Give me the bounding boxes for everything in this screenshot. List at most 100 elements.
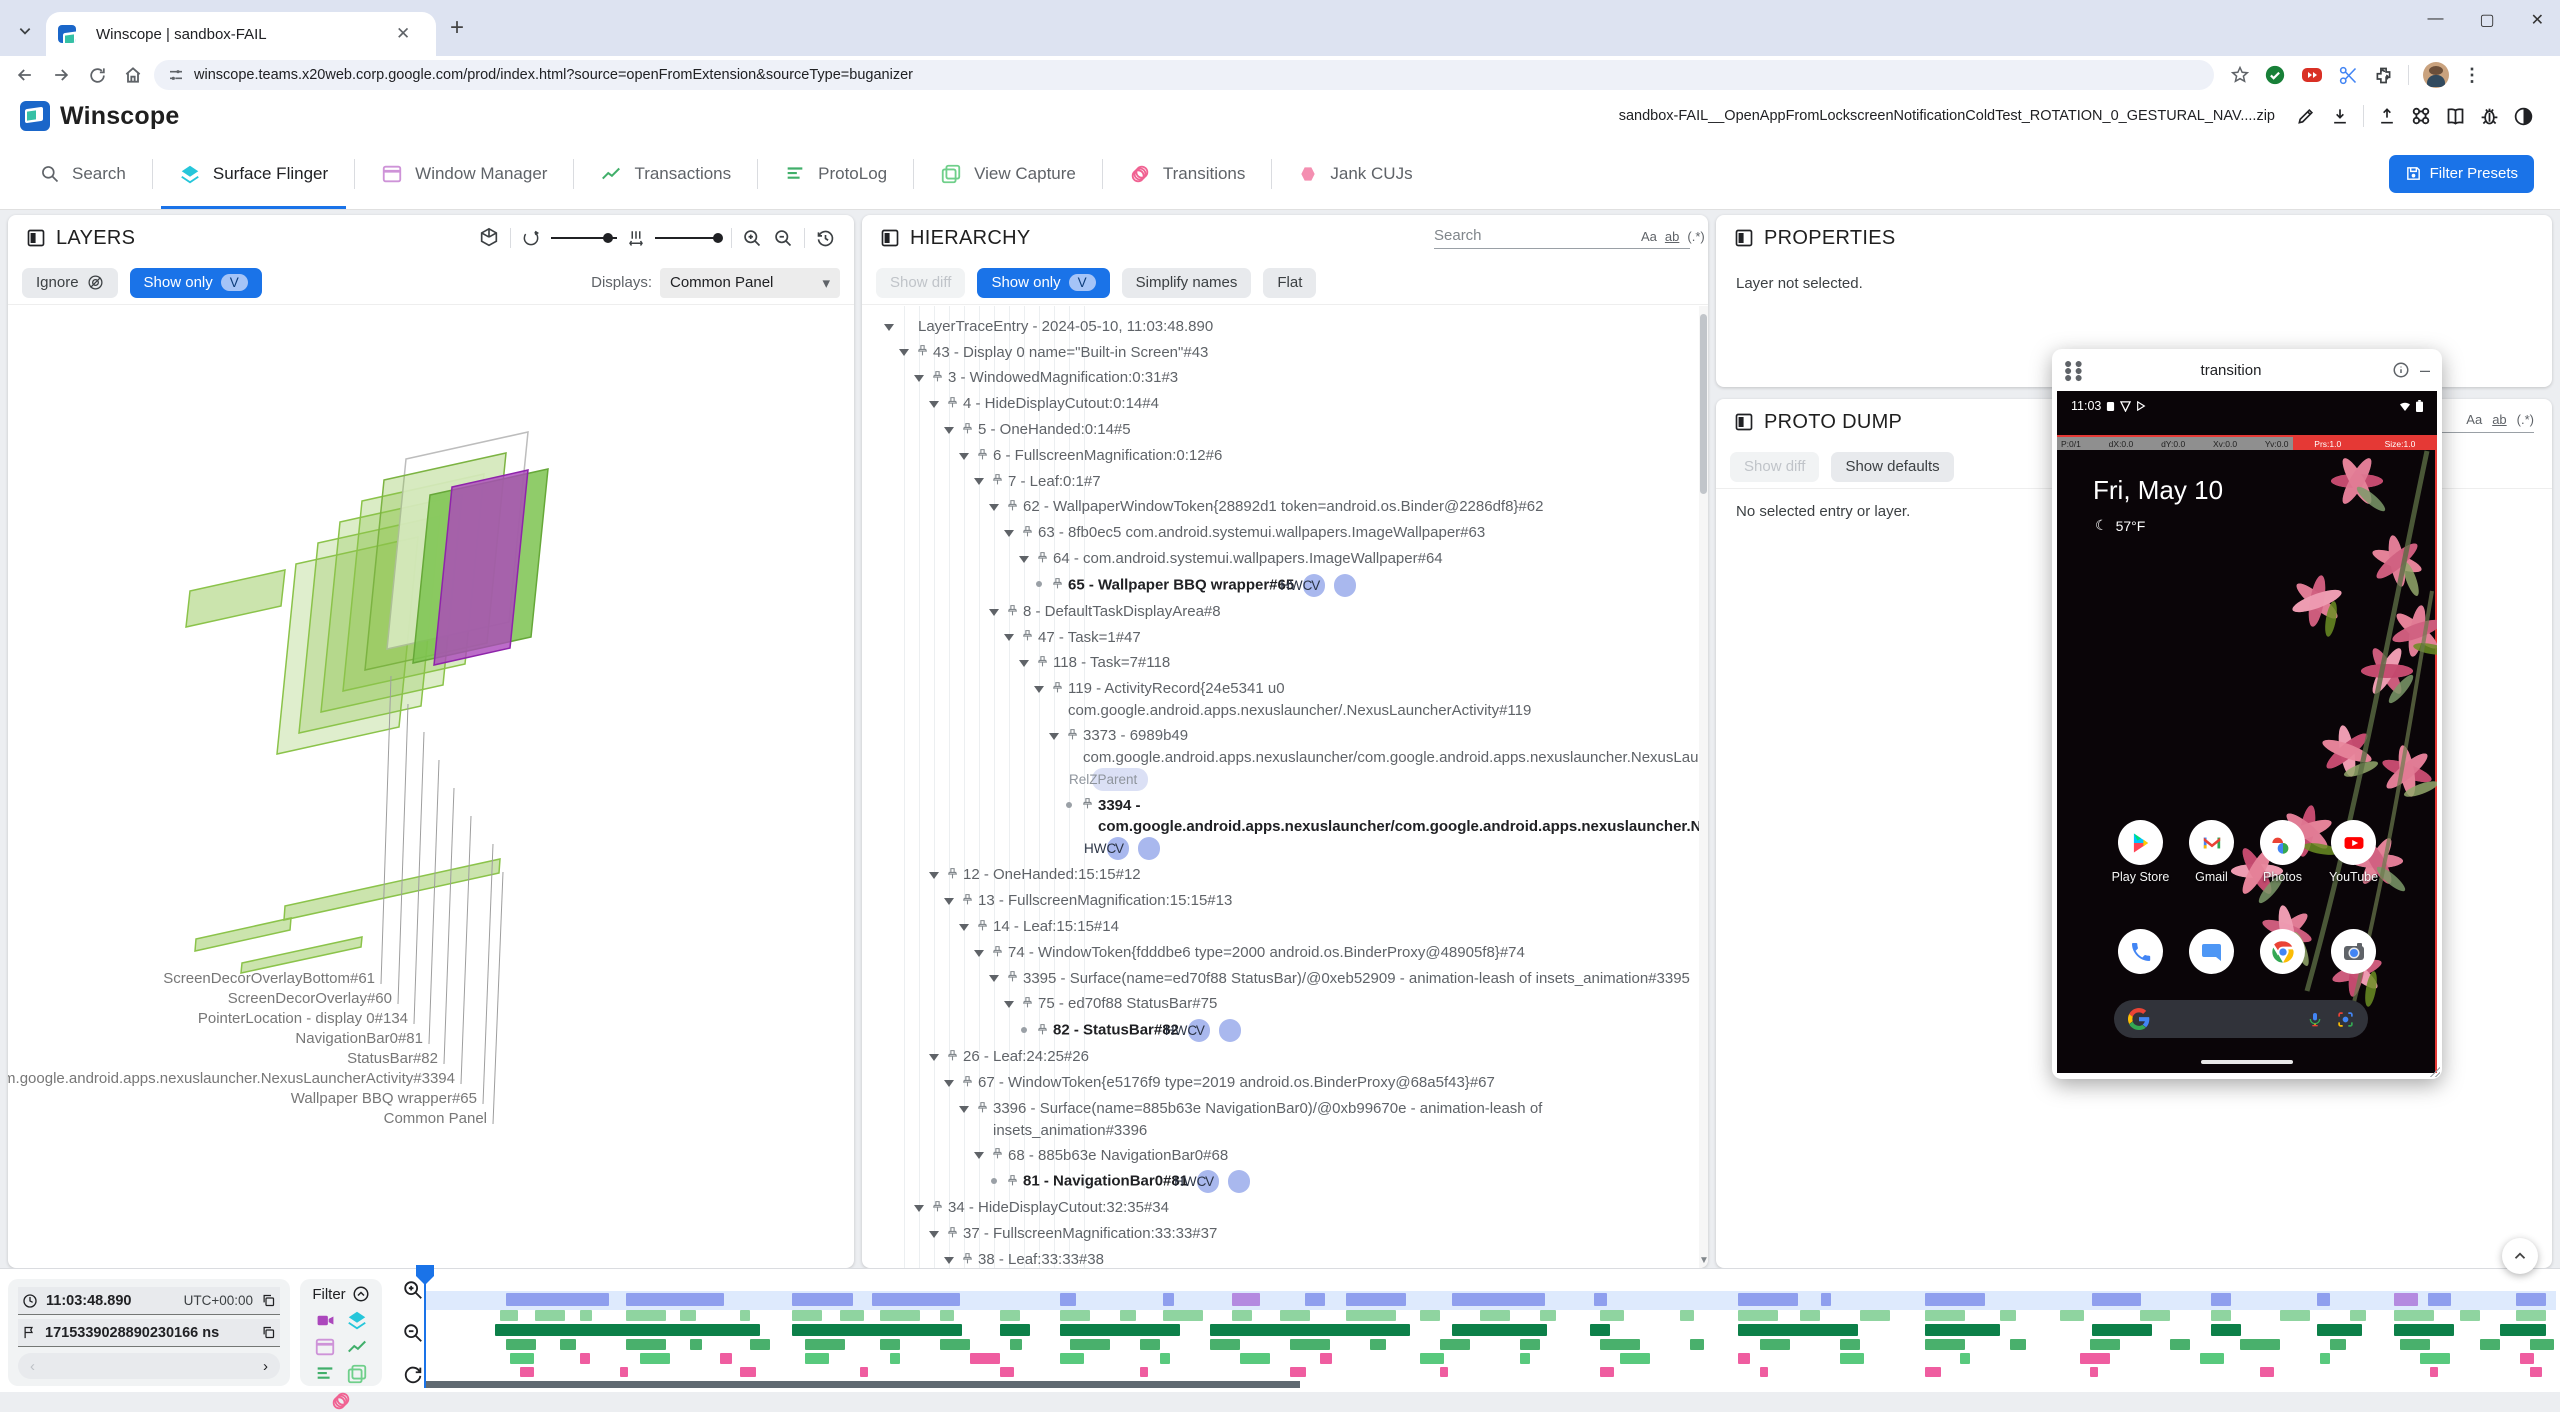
expand-arrow-icon[interactable] [959, 1106, 969, 1113]
expand-arrow-icon[interactable] [944, 1257, 954, 1264]
tree-node[interactable]: 5 - OneHanded:0:14#5 [862, 417, 1700, 443]
resize-handle[interactable] [2428, 1065, 2440, 1077]
pin-icon[interactable] [946, 394, 959, 415]
timeline-reset-zoom-icon[interactable] [402, 1364, 424, 1386]
trace-segment-view-capture[interactable] [1760, 1339, 1790, 1350]
hierarchy-show-only-chip[interactable]: Show only V [977, 268, 1109, 298]
expand-arrow-icon[interactable] [1034, 686, 1044, 693]
match-case-toggle[interactable]: Aa [1641, 229, 1657, 244]
zoom-out-icon[interactable] [773, 228, 794, 249]
trace-segment-jank-cuj[interactable] [2090, 1367, 2098, 1377]
simplify-names-chip[interactable]: Simplify names [1122, 268, 1252, 298]
trace-segment-protolog[interactable] [1060, 1324, 1180, 1336]
next-entry-icon[interactable]: › [263, 1358, 268, 1375]
layer-label[interactable]: Wallpaper BBQ wrapper#65 [291, 1090, 477, 1107]
tree-node[interactable]: 67 - WindowToken{e5176f9 type=2019 andro… [862, 1070, 1700, 1096]
pin-icon[interactable] [946, 1047, 959, 1068]
tree-node[interactable]: 118 - Task=7#118 [862, 650, 1700, 676]
tree-node[interactable]: 37 - FullscreenMagnification:33:33#37 [862, 1221, 1700, 1247]
hierarchy-scrollbar[interactable]: ▼ [1699, 306, 1708, 1268]
tree-node[interactable]: 74 - WindowToken{fdddbe6 type=2000 andro… [862, 940, 1700, 966]
trace-segment-view-capture[interactable] [2400, 1339, 2430, 1350]
trace-segment-transitions[interactable] [890, 1353, 900, 1364]
expand-arrow-icon[interactable] [1019, 556, 1029, 563]
window-icon[interactable] [314, 1337, 336, 1357]
pin-icon[interactable] [1036, 653, 1049, 674]
messages-app[interactable] [2182, 929, 2242, 974]
reload-icon[interactable] [82, 60, 112, 90]
trace-segment-jank-cuj[interactable] [1925, 1367, 1941, 1377]
pin-icon[interactable] [976, 917, 989, 938]
trace-segment-transactions[interactable] [535, 1310, 565, 1321]
tree-node[interactable]: 8 - DefaultTaskDisplayArea#8 [862, 599, 1700, 625]
tree-node[interactable]: 119 - ActivityRecord{24e5341 u0 com.goog… [862, 676, 1700, 723]
clock-time-field[interactable]: 11:03:48.890 UTC+00:00 [18, 1287, 280, 1315]
match-case-toggle[interactable]: Aa [2466, 412, 2482, 427]
trace-segment-transactions[interactable] [1060, 1310, 1090, 1321]
expand-arrow-icon[interactable] [974, 1152, 984, 1159]
trace-segment-view-capture[interactable] [1925, 1339, 1965, 1350]
pin-icon[interactable] [931, 1198, 944, 1219]
trace-segment-jank-cuj[interactable] [520, 1367, 534, 1377]
trace-segment-protolog[interactable] [1000, 1324, 1030, 1336]
match-word-toggle[interactable]: ab [2492, 412, 2506, 427]
pin-icon[interactable] [976, 1099, 989, 1120]
chart-icon[interactable] [346, 1337, 368, 1357]
cube-3d-icon[interactable] [478, 227, 500, 249]
trace-segment-view-capture[interactable] [1010, 1339, 1022, 1350]
phone-app[interactable] [2111, 929, 2171, 974]
trace-segment-view-capture[interactable] [2090, 1339, 2120, 1350]
pin-icon[interactable] [991, 943, 1004, 964]
trace-segment-transactions[interactable] [940, 1310, 954, 1321]
trace-segment-view-capture[interactable] [1140, 1339, 1160, 1350]
list-icon[interactable] [314, 1364, 336, 1384]
browser-menu-icon[interactable]: ⋮ [2463, 65, 2481, 86]
trace-segment-transactions[interactable] [2211, 1310, 2231, 1321]
bookmark-star-icon[interactable] [2230, 65, 2250, 85]
app-play-store[interactable]: Play Store [2111, 820, 2171, 884]
layers-3d-canvas[interactable]: ScreenDecorOverlayBottom#61ScreenDecorOv… [8, 306, 854, 1268]
layer-label[interactable]: PointerLocation - display 0#134 [198, 1010, 408, 1027]
dock-panel-icon[interactable] [880, 228, 900, 248]
pin-icon[interactable] [991, 471, 1004, 492]
ignore-chip[interactable]: Ignore [22, 268, 118, 298]
pin-icon[interactable] [1006, 968, 1019, 989]
tree-node[interactable]: 62 - WallpaperWindowToken{28892d1 token=… [862, 494, 1700, 520]
camera-app[interactable] [2324, 929, 2384, 974]
pin-icon[interactable] [946, 865, 959, 886]
trace-segment-protolog[interactable] [1738, 1324, 1858, 1336]
expand-arrow-icon[interactable] [929, 1231, 939, 1238]
trace-segment-transactions[interactable] [1925, 1310, 1965, 1321]
trace-segment-jank-cuj[interactable] [1000, 1367, 1014, 1377]
tab-view-capture[interactable]: View Capture [914, 138, 1102, 209]
layer-label[interactable]: ScreenDecorOverlayBottom#61 [163, 970, 375, 987]
trace-segment-surface-flinger[interactable] [1821, 1293, 1831, 1306]
pin-icon[interactable] [931, 368, 944, 389]
expand-timeline-button[interactable] [2502, 1238, 2538, 1274]
trace-segment-transactions[interactable] [2000, 1310, 2016, 1321]
dock-panel-icon[interactable] [1734, 412, 1754, 432]
tree-node[interactable]: 47 - Task=1#47 [862, 625, 1700, 651]
dock-panel-icon[interactable] [1734, 228, 1754, 248]
tree-node[interactable]: 3396 - Surface(name=885b63e NavigationBa… [862, 1096, 1700, 1143]
trace-segment-surface-flinger[interactable] [2516, 1293, 2546, 1306]
prev-entry-icon[interactable]: ‹ [30, 1358, 35, 1375]
trace-segment-view-capture[interactable] [2530, 1339, 2554, 1350]
trace-segment-transitions[interactable] [640, 1353, 670, 1364]
rotation-slider[interactable] [551, 237, 617, 239]
trace-segment-view-capture[interactable] [1210, 1339, 1240, 1350]
docs-icon[interactable] [2438, 101, 2472, 131]
expand-arrow-icon[interactable] [959, 924, 969, 931]
expand-arrow-icon[interactable] [1004, 1001, 1014, 1008]
trace-segment-jank-cuj[interactable] [1600, 1367, 1614, 1377]
trace-segment-surface-flinger[interactable] [1305, 1293, 1325, 1306]
expand-arrow-icon[interactable] [1004, 634, 1014, 641]
trace-segment-surface-flinger[interactable] [792, 1293, 853, 1306]
tree-node[interactable]: LayerTraceEntry - 2024-05-10, 11:03:48.8… [862, 314, 1700, 340]
tree-node[interactable]: 38 - Leaf:33:33#38 [862, 1247, 1700, 1268]
address-bar[interactable]: winscope.teams.x20web.corp.google.com/pr… [154, 60, 2214, 90]
tab-transactions[interactable]: Transactions [574, 138, 757, 209]
expand-arrow-icon[interactable] [974, 478, 984, 485]
trace-segment-transitions[interactable] [1840, 1353, 1864, 1364]
regex-toggle[interactable]: (.*) [2517, 412, 2534, 427]
